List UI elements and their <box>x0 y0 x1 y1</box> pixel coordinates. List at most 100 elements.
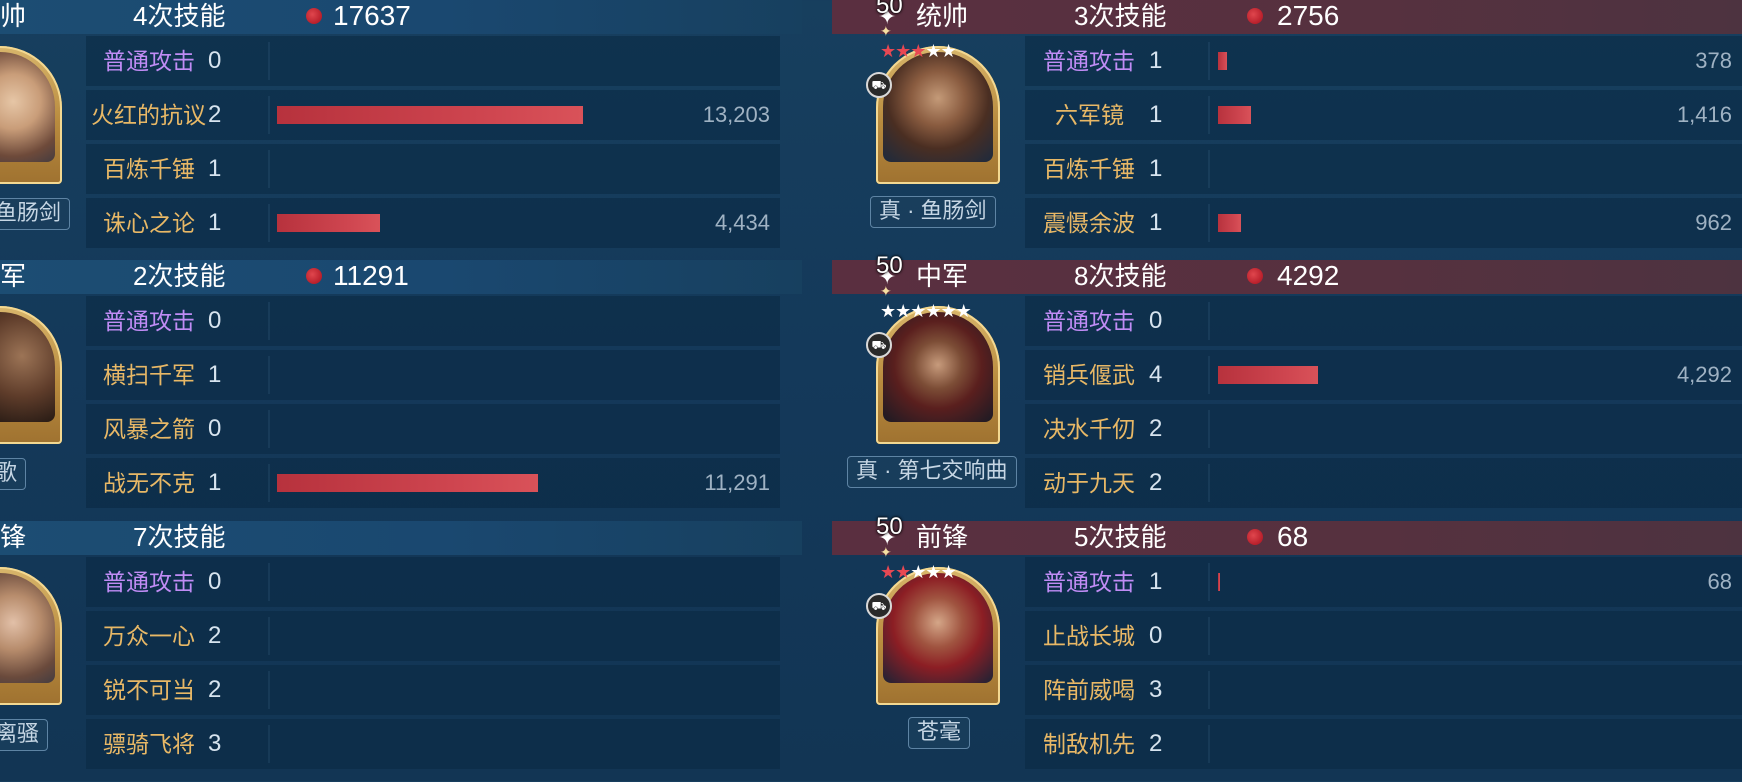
skill-cast-count: 0 <box>208 47 222 74</box>
role-label: 帅 <box>0 1 27 31</box>
skill-cast-count: 1 <box>208 469 222 496</box>
skill-name: 六军镜 <box>1055 102 1124 128</box>
skill-name: 火红的抗议 <box>91 102 206 128</box>
skill-row: 普通攻击 1 68 <box>1025 557 1742 607</box>
skill-name: 销兵偃武 <box>1043 362 1135 388</box>
skill-name: 制敌机先 <box>1043 731 1135 757</box>
skill-count-label: 7次技能 <box>133 522 226 552</box>
skill-cast-count: 2 <box>1149 469 1163 496</box>
damage-bar <box>1218 366 1318 384</box>
tank-icon: ⛟ <box>866 332 892 358</box>
skill-name: 普通攻击 <box>1043 308 1135 334</box>
skill-count-label: 2次技能 <box>133 261 226 291</box>
skill-row: 百炼千锤 1 <box>86 144 780 194</box>
equipment-tag[interactable]: 苍毫 <box>908 717 971 749</box>
equipment-tag[interactable]: 歌 <box>0 458 27 490</box>
skill-count-label: 5次技能 <box>1074 522 1167 552</box>
skill-name: 诛心之论 <box>103 210 195 236</box>
skill-damage: 11,291 <box>704 470 770 495</box>
skill-cast-count: 2 <box>208 101 222 128</box>
skill-cast-count: 0 <box>208 568 222 595</box>
skill-cast-count: 1 <box>1149 155 1163 182</box>
damage-dot-icon <box>1247 8 1263 24</box>
damage-bar <box>1218 106 1251 124</box>
section-header: ✦ 中军 8次技能 4292 <box>832 260 1742 294</box>
skill-cast-count: 1 <box>208 155 222 182</box>
skill-name: 普通攻击 <box>103 308 195 334</box>
skill-row: 普通攻击 0 <box>1025 296 1742 346</box>
damage-dot-icon <box>306 268 322 284</box>
skill-name: 普通攻击 <box>103 48 195 74</box>
section-header: 帅 4次技能 17637 <box>0 0 802 34</box>
skill-damage: 68 <box>1707 569 1732 594</box>
left-team-panel: 帅 4次技能 17637 0 ★★★ 鱼肠剑 普通攻击 0 火红的抗议 2 13… <box>0 0 802 781</box>
skill-row: 决水千仞 2 <box>1025 404 1742 454</box>
skill-row: 止战长城 0 <box>1025 611 1742 661</box>
skill-damage: 1,416 <box>1676 102 1732 127</box>
right-team-panel: ✦ 统帅 3次技能 2756 50 ✦ ★★★★★ ⛟ 真 · 鱼肠剑 普通攻击… <box>832 0 1742 781</box>
skill-row: 销兵偃武 4 4,292 <box>1025 350 1742 400</box>
equipment-tag[interactable]: 鱼肠剑 <box>0 198 71 230</box>
skill-name: 百炼千锤 <box>1043 156 1135 182</box>
damage-bar <box>1218 52 1227 70</box>
skill-row: 风暴之箭 0 <box>86 404 780 454</box>
equipment-tag[interactable]: 真 · 鱼肠剑 <box>870 196 996 228</box>
section-header: 军 2次技能 11291 <box>0 260 802 294</box>
skill-name: 动于九天 <box>1043 470 1135 496</box>
damage-bar <box>277 474 538 492</box>
skill-cast-count: 2 <box>208 622 222 649</box>
equipment-tag[interactable]: 真 · 第七交响曲 <box>847 456 1017 488</box>
right-section-center: ✦ 中军 8次技能 4292 50 ✦ ★★★★★★ ⛟ 真 · 第七交响曲 普… <box>832 252 1742 521</box>
skill-row: 动于九天 2 <box>1025 458 1742 508</box>
skill-cast-count: 1 <box>208 209 222 236</box>
skill-damage: 4,292 <box>1676 362 1732 387</box>
tank-icon: ⛟ <box>866 593 892 619</box>
skill-row: 普通攻击 0 <box>86 36 780 86</box>
skill-name: 震慑余波 <box>1043 210 1135 236</box>
skill-damage: 378 <box>1695 48 1732 73</box>
skill-cast-count: 3 <box>208 730 222 757</box>
skill-row: 普通攻击 0 <box>86 557 780 607</box>
role-label: 统帅 <box>916 1 969 31</box>
skill-cast-count: 2 <box>1149 415 1163 442</box>
skill-row: 万众一心 2 <box>86 611 780 661</box>
damage-bar <box>277 214 380 232</box>
skill-damage: 962 <box>1695 210 1732 235</box>
equipment-tag[interactable]: 离骚 <box>0 719 49 751</box>
skill-name: 百炼千锤 <box>103 156 195 182</box>
total-damage: 68 <box>1277 521 1309 552</box>
left-section-center: 军 2次技能 11291 0 ★★★ 歌 普通攻击 0 横扫千军 1 风暴之箭 … <box>0 260 802 521</box>
skill-count-label: 3次技能 <box>1074 1 1167 31</box>
skill-name: 战无不克 <box>103 470 195 496</box>
total-damage: 11291 <box>333 260 409 291</box>
damage-dot-icon <box>1247 529 1263 545</box>
role-label: 军 <box>0 261 27 291</box>
skill-cast-count: 3 <box>1149 676 1163 703</box>
skill-cast-count: 1 <box>208 361 222 388</box>
skill-row: 震慑余波 1 962 <box>1025 198 1742 248</box>
total-damage: 4292 <box>1277 260 1340 291</box>
skill-name: 普通攻击 <box>103 569 195 595</box>
skill-row: 普通攻击 1 378 <box>1025 36 1742 86</box>
skill-damage: 4,434 <box>714 210 770 235</box>
skill-count-label: 8次技能 <box>1074 261 1167 291</box>
skill-cast-count: 2 <box>208 676 222 703</box>
skill-cast-count: 2 <box>1149 730 1163 757</box>
damage-bar <box>277 106 583 124</box>
skill-cast-count: 0 <box>208 307 222 334</box>
section-header: ✦ 前锋 5次技能 68 <box>832 521 1742 555</box>
skill-damage: 13,203 <box>702 102 770 127</box>
skill-row: 六军镜 1 1,416 <box>1025 90 1742 140</box>
skill-cast-count: 1 <box>1149 209 1163 236</box>
skill-name: 阵前威喝 <box>1043 677 1135 703</box>
skill-row: 阵前威喝 3 <box>1025 665 1742 715</box>
skill-cast-count: 1 <box>1149 47 1163 74</box>
skill-cast-count: 1 <box>1149 568 1163 595</box>
skill-row: 战无不克 1 11,291 <box>86 458 780 508</box>
left-section-commander: 帅 4次技能 17637 0 ★★★ 鱼肠剑 普通攻击 0 火红的抗议 2 13… <box>0 0 802 261</box>
skill-name: 普通攻击 <box>1043 569 1135 595</box>
skill-name: 止战长城 <box>1043 623 1135 649</box>
skill-row: 诛心之论 1 4,434 <box>86 198 780 248</box>
skill-cast-count: 0 <box>1149 307 1163 334</box>
skill-row: 百炼千锤 1 <box>1025 144 1742 194</box>
